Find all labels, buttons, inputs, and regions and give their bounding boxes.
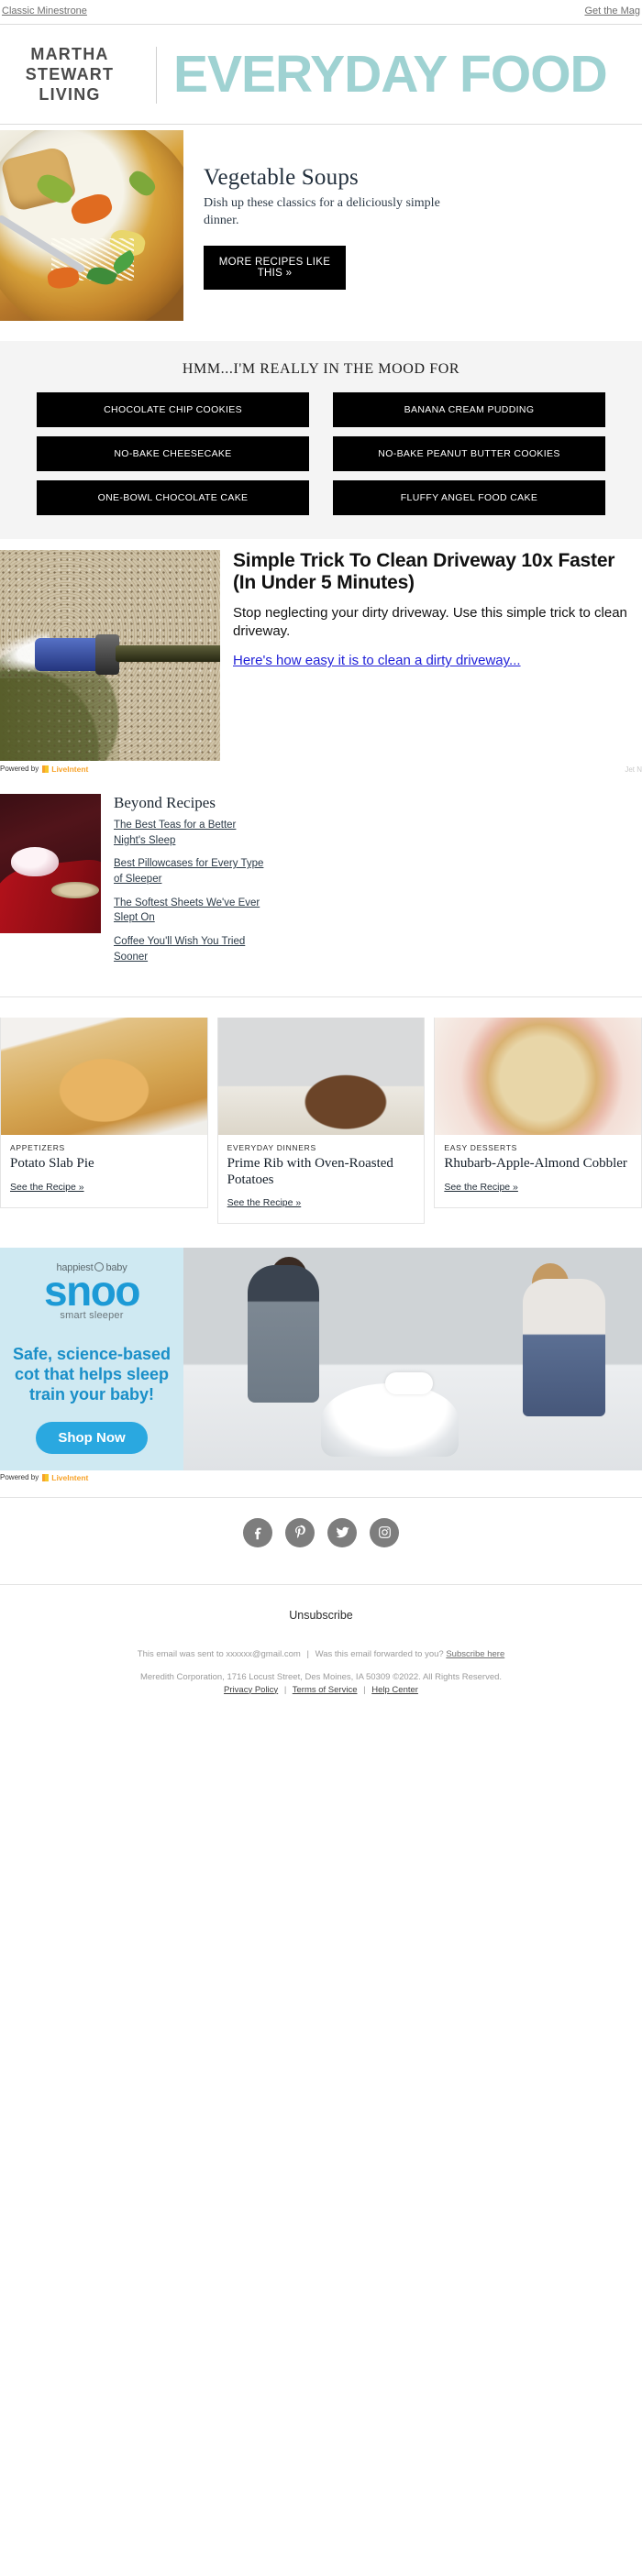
mood-button-chocolate-chip-cookies[interactable]: CHOCOLATE CHIP COOKIES: [37, 391, 309, 427]
everyday-food-logo[interactable]: EVERYDAY FOOD: [157, 49, 642, 101]
driveway-ad-text: Simple Trick To Clean Driveway 10x Faste…: [220, 550, 642, 670]
subscribe-here-link[interactable]: Subscribe here: [446, 1649, 504, 1659]
beyond-link-best-teas[interactable]: The Best Teas for a Better Night's Sleep: [114, 818, 268, 848]
help-center-link[interactable]: Help Center: [371, 1685, 418, 1695]
snoo-ad-panel: happiest baby snoo smart sleeper Safe, sc…: [0, 1248, 183, 1470]
recipe-card-kicker-everyday-dinners: EVERYDAY DINNERS: [227, 1143, 316, 1153]
beyond-link-coffee[interactable]: Coffee You'll Wish You Tried Sooner: [114, 934, 268, 964]
snoo-shop-now-button[interactable]: Shop Now: [36, 1421, 148, 1454]
driveway-ad[interactable]: Simple Trick To Clean Driveway 10x Faste…: [0, 539, 642, 761]
mood-button-grid: CHOCOLATE CHIP COOKIES BANANA CREAM PUDD…: [0, 391, 642, 515]
hero-title: Vegetable Soups: [204, 164, 359, 190]
mood-button-no-bake-cheesecake[interactable]: NO-BAKE CHEESECAKE: [37, 435, 309, 471]
forwarded-text: Was this email forwarded to you?: [315, 1648, 444, 1659]
snoo-liveintent-brand-label: LiveIntent: [51, 1472, 89, 1482]
unsubscribe-link[interactable]: Unsubscribe: [289, 1609, 352, 1622]
legal-separator-2: |: [363, 1684, 366, 1695]
recipe-card-title-potato-slab-pie: Potato Slab Pie: [10, 1156, 94, 1172]
mood-button-one-bowl-chocolate-cake[interactable]: ONE-BOWL CHOCOLATE CAKE: [37, 479, 309, 515]
terms-of-service-link[interactable]: Terms of Service: [293, 1685, 358, 1695]
recipe-card-link-potato-slab-pie[interactable]: See the Recipe »: [10, 1182, 84, 1193]
beyond-recipes-text: Beyond Recipes The Best Teas for a Bette…: [101, 794, 642, 973]
footer-bottom-spacer: [0, 1695, 642, 1737]
beyond-recipes-title: Beyond Recipes: [114, 793, 216, 811]
recipe-card-link-rhubarb-cobbler[interactable]: See the Recipe »: [444, 1182, 518, 1193]
beyond-recipes-section: Beyond Recipes The Best Teas for a Bette…: [0, 774, 642, 973]
snoo-tagline: smart sleeper: [60, 1309, 124, 1321]
driveway-ad-headline[interactable]: Simple Trick To Clean Driveway 10x Faste…: [233, 550, 638, 594]
preheader-get-the-mag-link[interactable]: Get the Mag: [584, 6, 640, 17]
recipe-card-image-prime-rib[interactable]: [217, 1018, 425, 1136]
recipe-card-link-prime-rib[interactable]: See the Recipe »: [227, 1197, 302, 1208]
hero-subtitle: Dish up these classics for a deliciously…: [204, 195, 636, 230]
legal-separator-1: |: [283, 1684, 287, 1695]
mood-button-no-bake-peanut-butter-cookies[interactable]: NO-BAKE PEANUT BUTTER COOKIES: [333, 435, 605, 471]
hero-section: Vegetable Soups Dish up these classics f…: [0, 125, 642, 321]
beyond-recipes-image[interactable]: [0, 793, 101, 933]
recipe-card-image-potato-slab-pie[interactable]: [1, 1018, 207, 1136]
facebook-icon[interactable]: [243, 1517, 272, 1547]
recipe-card-image-rhubarb-cobbler[interactable]: [435, 1018, 642, 1136]
recipe-card-rhubarb-cobbler[interactable]: EASY DESSERTS Rhubarb-Apple-Almond Cobbl…: [434, 1018, 642, 1208]
snoo-ad-headline: Safe, science-based cot that helps sleep…: [12, 1344, 172, 1404]
driveway-ad-link[interactable]: Here's how easy it is to clean a dirty d…: [233, 652, 521, 670]
mood-button-fluffy-angel-food-cake[interactable]: FLUFFY ANGEL FOOD CAKE: [333, 479, 605, 515]
sent-to-text: This email was sent to xxxxxx@gmail.com: [137, 1648, 301, 1659]
beyond-link-best-pillowcases[interactable]: Best Pillowcases for Every Type of Sleep…: [114, 856, 268, 886]
driveway-ad-body: Stop neglecting your dirty driveway. Use…: [233, 604, 627, 639]
social-links: [0, 1498, 642, 1569]
preheader-bar: Classic Minestrone Get the Mag: [0, 0, 642, 24]
brand-line-3: LIVING: [39, 84, 101, 104]
masthead: MARTHA STEWART LIVING EVERYDAY FOOD: [0, 25, 642, 124]
driveway-ad-footer: Powered by LiveIntent Jet N: [0, 765, 642, 774]
liveintent-logo-icon: [42, 1473, 50, 1481]
recipe-card-prime-rib[interactable]: EVERYDAY DINNERS Prime Rib with Oven-Roa…: [216, 1018, 426, 1225]
privacy-policy-link[interactable]: Privacy Policy: [224, 1685, 278, 1695]
twitter-icon[interactable]: [327, 1517, 357, 1547]
brand-line-1: MARTHA: [30, 45, 109, 63]
recipe-card-title-prime-rib: Prime Rib with Oven-Roasted Potatoes: [227, 1156, 393, 1187]
sent-separator: |: [306, 1648, 309, 1659]
powered-by-label: Powered by: [0, 765, 39, 774]
instagram-icon[interactable]: [370, 1517, 399, 1547]
driveway-ad-image[interactable]: [0, 549, 220, 761]
recipe-card-kicker-easy-desserts: EASY DESSERTS: [444, 1143, 517, 1153]
beyond-link-softest-sheets[interactable]: The Softest Sheets We've Ever Slept On: [114, 896, 268, 926]
recipe-card-row: APPETIZERS Potato Slab Pie See the Recip…: [0, 997, 642, 1225]
hero-subtitle-line-1: Dish up these classics for a deliciously…: [204, 195, 440, 210]
liveintent-logo-icon: [42, 765, 50, 773]
company-address: Meredith Corporation, 1716 Locust Street…: [139, 1671, 503, 1682]
brand-line-2: STEWART: [25, 64, 115, 83]
driveway-powered-by: Powered by LiveIntent: [0, 765, 88, 774]
snoo-wordmark: snoo: [44, 1267, 140, 1316]
snoo-ad-image[interactable]: [183, 1248, 642, 1470]
mood-heading: HMM...I'M REALLY IN THE MOOD FOR: [182, 360, 460, 377]
martha-stewart-living-logo[interactable]: MARTHA STEWART LIVING: [0, 45, 156, 105]
snoo-powered-by-label: Powered by: [0, 1473, 39, 1482]
legal-links: Privacy Policy | Terms of Service | Help…: [0, 1685, 642, 1695]
hero-image-vegetable-soup[interactable]: [0, 129, 183, 321]
recipe-card-potato-slab-pie[interactable]: APPETIZERS Potato Slab Pie See the Recip…: [0, 1018, 208, 1208]
preheader-recipe-link[interactable]: Classic Minestrone: [2, 6, 87, 17]
more-recipes-button[interactable]: MORE RECIPES LIKE THIS »: [204, 246, 346, 291]
snoo-ad[interactable]: happiest baby snoo smart sleeper Safe, sc…: [0, 1248, 642, 1470]
hero-text-block: Vegetable Soups Dish up these classics f…: [183, 130, 642, 291]
unsubscribe-block: Unsubscribe: [0, 1585, 642, 1633]
recipe-card-kicker-appetizers: APPETIZERS: [10, 1143, 65, 1153]
driveway-ad-sponsor: Jet N: [625, 765, 642, 774]
sent-to-line: This email was sent to xxxxxx@gmail.com …: [0, 1649, 642, 1659]
pinterest-icon[interactable]: [285, 1517, 315, 1547]
liveintent-brand-label: LiveIntent: [51, 764, 89, 774]
hero-subtitle-line-2: dinner.: [204, 213, 239, 227]
mood-button-banana-cream-pudding[interactable]: BANANA CREAM PUDDING: [333, 391, 605, 427]
snoo-powered-by: Powered by LiveIntent: [0, 1470, 642, 1482]
recipe-card-title-rhubarb-cobbler: Rhubarb-Apple-Almond Cobbler: [444, 1156, 627, 1172]
mood-section: HMM...I'M REALLY IN THE MOOD FOR CHOCOLA…: [0, 340, 642, 539]
